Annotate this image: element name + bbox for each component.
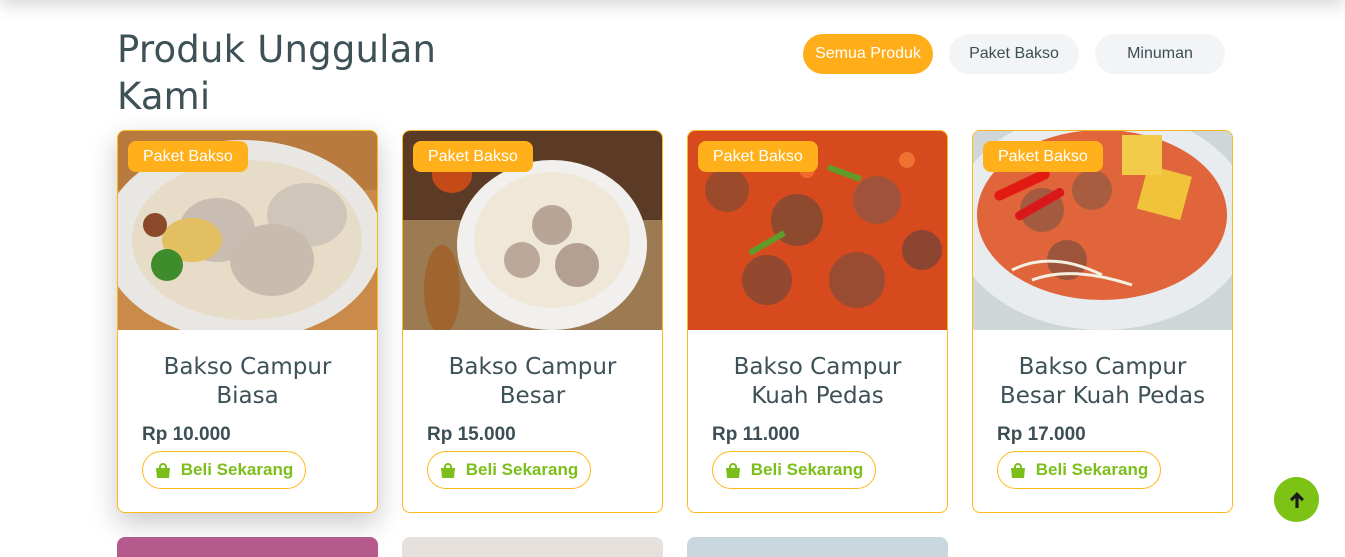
next-row-card-image — [117, 537, 378, 557]
product-card[interactable]: Paket Bakso Bakso Campur Besar Rp 15.000… — [402, 130, 663, 513]
buy-now-label: Beli Sekarang — [465, 460, 579, 479]
shopping-bag-icon — [725, 463, 740, 478]
product-name: Bakso Campur Biasa — [163, 354, 332, 409]
product-name: Bakso Campur Besar Kuah Pedas — [999, 354, 1206, 409]
category-badge: Paket Bakso — [128, 141, 248, 172]
filter-minuman[interactable]: Minuman — [1095, 34, 1225, 74]
buy-now-button[interactable]: Beli Sekarang — [712, 451, 876, 489]
shopping-bag-icon — [1010, 463, 1025, 478]
next-row-card-image — [687, 537, 948, 557]
product-card[interactable]: Paket Bakso Bakso Campur Biasa Rp 10.000… — [117, 130, 378, 513]
product-price: Rp 17.000 — [997, 424, 1086, 445]
product-name: Bakso Campur Kuah Pedas — [733, 354, 902, 409]
filter-all-products[interactable]: Semua Produk — [803, 34, 933, 74]
buy-now-label: Beli Sekarang — [750, 460, 864, 479]
category-badge: Paket Bakso — [983, 141, 1103, 172]
scroll-to-top-button[interactable] — [1274, 477, 1319, 522]
filter-paket-bakso[interactable]: Paket Bakso — [949, 34, 1079, 74]
product-card[interactable]: Paket Bakso Bakso Campur Besar Kuah Peda… — [972, 130, 1233, 513]
buy-now-button[interactable]: Beli Sekarang — [997, 451, 1161, 489]
product-card[interactable]: Paket Bakso Bakso Campur Kuah Pedas Rp 1… — [687, 130, 948, 513]
shopping-bag-icon — [155, 463, 170, 478]
buy-now-label: Beli Sekarang — [1035, 460, 1149, 479]
shopping-bag-icon — [440, 463, 455, 478]
section-title: Produk Unggulan Kami — [117, 28, 437, 118]
next-row-card-image — [402, 537, 663, 557]
category-badge: Paket Bakso — [698, 141, 818, 172]
product-price: Rp 15.000 — [427, 424, 516, 445]
buy-now-label: Beli Sekarang — [180, 460, 294, 479]
product-price: Rp 11.000 — [712, 424, 800, 445]
buy-now-button[interactable]: Beli Sekarang — [142, 451, 306, 489]
product-price: Rp 10.000 — [142, 424, 231, 445]
category-badge: Paket Bakso — [413, 141, 533, 172]
product-name: Bakso Campur Besar — [448, 354, 617, 409]
arrow-up-icon — [1289, 491, 1304, 508]
buy-now-button[interactable]: Beli Sekarang — [427, 451, 591, 489]
